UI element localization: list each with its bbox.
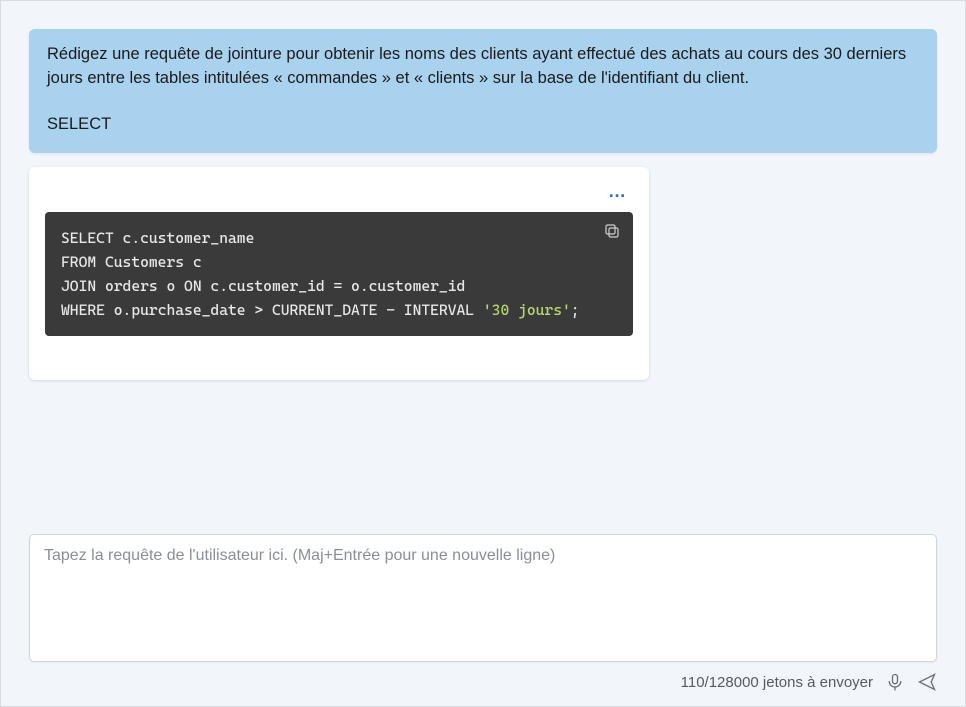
token-counter: 110/128000 jetons à envoyer — [681, 674, 873, 691]
user-prompt-text: Rédigez une requête de jointure pour obt… — [47, 43, 919, 91]
code-text: c.customer_id = o.customer_id — [202, 277, 466, 295]
code-text: o.purchase_date > CURRENT_DATE - INTERVA… — [105, 301, 483, 319]
input-box — [29, 534, 937, 662]
send-icon[interactable] — [917, 672, 937, 692]
code-kw: JOIN — [61, 277, 96, 295]
microphone-icon[interactable] — [885, 672, 905, 692]
code-string: '30 jours' — [483, 301, 571, 319]
code-text: Customers c — [96, 253, 201, 271]
code-kw: WHERE — [61, 301, 105, 319]
code-block: SELECT c.customer_name FROM Customers c … — [45, 212, 633, 336]
code-text: orders o — [96, 277, 184, 295]
footer-row: 110/128000 jetons à envoyer — [29, 672, 937, 692]
prompt-input[interactable] — [44, 547, 922, 649]
code-text: c.customer_name — [114, 229, 255, 247]
code-kw: FROM — [61, 253, 96, 271]
copy-icon[interactable] — [603, 222, 621, 240]
user-trailing-keyword: SELECT — [47, 113, 919, 137]
input-zone: 110/128000 jetons à envoyer — [29, 534, 937, 692]
user-message: Rédigez une requête de jointure pour obt… — [29, 29, 937, 153]
assistant-message: … SELECT c.customer_name FROM Customers … — [29, 167, 649, 380]
code-text: ; — [571, 301, 580, 319]
code-kw: SELECT — [61, 229, 114, 247]
message-menu-button[interactable]: … — [45, 181, 633, 212]
chat-area: Rédigez une requête de jointure pour obt… — [1, 1, 965, 380]
code-kw: ON — [184, 277, 202, 295]
